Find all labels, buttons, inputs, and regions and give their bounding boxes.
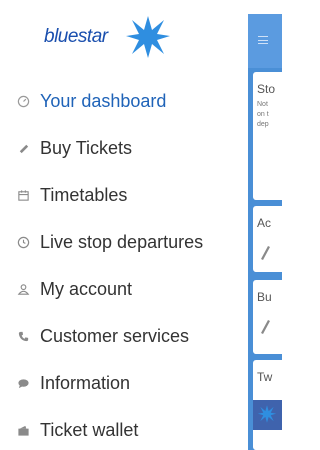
card-body-line: Not	[257, 101, 268, 108]
menu-item-label: Buy Tickets	[40, 138, 133, 158]
menu-list: Your dashboard Buy Tickets Timetables Li…	[0, 78, 238, 450]
star-icon	[257, 405, 277, 423]
menu-item-label: Live stop departures	[40, 232, 204, 252]
active-tickets-card[interactable]: Ac	[253, 206, 282, 272]
card-body-line: on t	[257, 111, 269, 118]
wallet-icon	[16, 424, 30, 438]
card-title: Sto	[257, 82, 276, 96]
twitter-card[interactable]: Tw	[253, 360, 282, 450]
menu-item-label: Customer services	[40, 326, 190, 346]
ticket-icon	[261, 320, 270, 334]
calendar-icon	[16, 189, 30, 203]
side-menu: bluestar Your dashboard Buy Tickets Time…	[0, 0, 238, 450]
card-body-text: Not on t dep	[257, 100, 282, 130]
card-title: Bu	[257, 290, 272, 304]
stop-card[interactable]: Sto Not on t dep	[253, 72, 282, 200]
card-title: Tw	[257, 370, 273, 384]
phone-icon	[16, 330, 30, 344]
card-body-line: dep	[257, 121, 269, 128]
menu-item-your-dashboard[interactable]: Your dashboard	[0, 78, 238, 125]
user-icon	[16, 283, 30, 297]
ticket-icon	[16, 142, 30, 156]
menu-item-label: My account	[40, 279, 133, 299]
twitter-feed-image	[253, 400, 282, 430]
menu-item-live-stop-departures[interactable]: Live stop departures	[0, 219, 238, 266]
menu-item-label: Your dashboard	[40, 91, 167, 111]
main-app-panel[interactable]: Sto Not on t dep Ac Bu Tw	[248, 14, 282, 450]
menu-item-ticket-wallet[interactable]: Ticket wallet	[0, 407, 238, 450]
menu-item-customer-services[interactable]: Customer services	[0, 313, 238, 360]
menu-item-buy-tickets[interactable]: Buy Tickets	[0, 125, 238, 172]
menu-item-label: Ticket wallet	[40, 420, 139, 440]
speech-bubble-icon	[16, 377, 30, 391]
menu-item-my-account[interactable]: My account	[0, 266, 238, 313]
menu-item-label: Timetables	[40, 185, 128, 205]
star-icon	[126, 16, 170, 58]
buy-tickets-card[interactable]: Bu	[253, 280, 282, 354]
menu-item-label: Information	[40, 373, 131, 393]
ticket-icon	[261, 246, 270, 260]
bluestar-logo[interactable]: bluestar	[44, 14, 184, 60]
dashboard-gauge-icon	[16, 95, 30, 109]
menu-item-information[interactable]: Information	[0, 360, 238, 407]
app-header	[248, 14, 282, 68]
logo-wordmark: bluestar	[44, 26, 108, 47]
hamburger-menu-icon[interactable]	[258, 36, 268, 44]
clock-icon	[16, 236, 30, 250]
menu-item-timetables[interactable]: Timetables	[0, 172, 238, 219]
screen: bluestar Your dashboard Buy Tickets Time…	[0, 0, 282, 450]
card-title: Ac	[257, 216, 272, 230]
